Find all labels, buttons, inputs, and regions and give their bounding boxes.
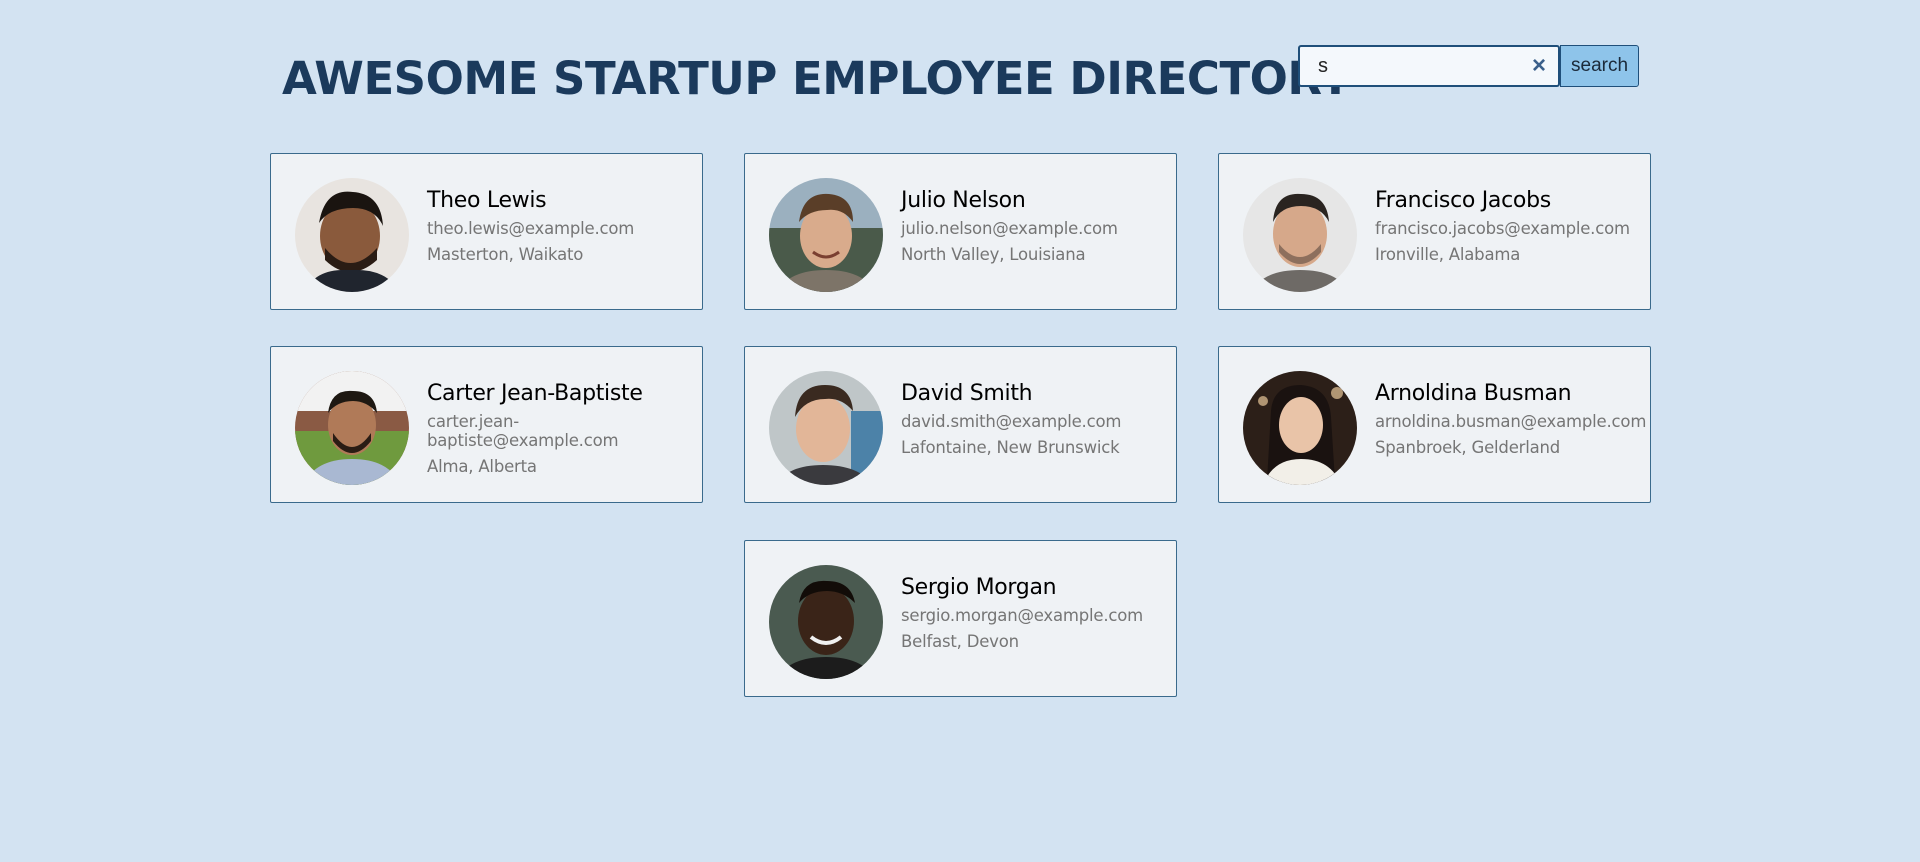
employee-email: david.smith@example.com	[901, 412, 1122, 431]
employee-location: Lafontaine, New Brunswick	[901, 438, 1120, 457]
employee-info: Sergio Morgan sergio.morgan@example.com …	[901, 575, 1170, 651]
employee-card[interactable]: Sergio Morgan sergio.morgan@example.com …	[744, 540, 1177, 697]
employee-info: Carter Jean-Baptiste carter.jean-baptist…	[427, 381, 696, 476]
employee-info: David Smith david.smith@example.com Lafo…	[901, 381, 1170, 457]
page-title: AWESOME STARTUP EMPLOYEE DIRECTORY	[282, 52, 1352, 105]
employee-card[interactable]: Julio Nelson julio.nelson@example.com No…	[744, 153, 1177, 310]
employee-email: theo.lewis@example.com	[427, 219, 635, 238]
employee-info: Francisco Jacobs francisco.jacobs@exampl…	[1375, 188, 1644, 264]
employee-info: Arnoldina Busman arnoldina.busman@exampl…	[1375, 381, 1647, 457]
employee-name: Sergio Morgan	[901, 575, 1057, 600]
employee-name: Theo Lewis	[427, 188, 547, 213]
employee-email: sergio.morgan@example.com	[901, 606, 1144, 625]
employee-card[interactable]: Francisco Jacobs francisco.jacobs@exampl…	[1218, 153, 1651, 310]
avatar	[769, 371, 883, 485]
employee-card[interactable]: Carter Jean-Baptiste carter.jean-baptist…	[270, 346, 703, 503]
employee-card[interactable]: David Smith david.smith@example.com Lafo…	[744, 346, 1177, 503]
avatar	[295, 178, 409, 292]
employee-location: Spanbroek, Gelderland	[1375, 438, 1561, 457]
avatar	[1243, 371, 1357, 485]
employee-info: Theo Lewis theo.lewis@example.com Master…	[427, 188, 696, 264]
employee-name: Carter Jean-Baptiste	[427, 381, 643, 406]
avatar	[295, 371, 409, 485]
employee-email: julio.nelson@example.com	[901, 219, 1118, 238]
employee-location: Ironville, Alabama	[1375, 245, 1521, 264]
employee-name: Arnoldina Busman	[1375, 381, 1572, 406]
employee-card[interactable]: Theo Lewis theo.lewis@example.com Master…	[270, 153, 703, 310]
search-input[interactable]	[1300, 47, 1518, 85]
employee-email: francisco.jacobs@example.com	[1375, 219, 1630, 238]
employee-location: Alma, Alberta	[427, 457, 537, 476]
employee-name: Julio Nelson	[901, 188, 1026, 213]
employee-name: David Smith	[901, 381, 1033, 406]
search-box: ×	[1298, 45, 1560, 87]
employee-email: arnoldina.busman@example.com	[1375, 412, 1647, 431]
employee-location: Belfast, Devon	[901, 632, 1019, 651]
employee-location: Masterton, Waikato	[427, 245, 584, 264]
clear-icon[interactable]: ×	[1532, 53, 1546, 79]
avatar	[1243, 178, 1357, 292]
employee-info: Julio Nelson julio.nelson@example.com No…	[901, 188, 1170, 264]
search-button[interactable]: search	[1560, 45, 1640, 87]
employee-name: Francisco Jacobs	[1375, 188, 1551, 213]
avatar	[769, 565, 883, 679]
employee-email: carter.jean-baptiste@example.com	[427, 412, 619, 450]
avatar	[769, 178, 883, 292]
employee-card[interactable]: Arnoldina Busman arnoldina.busman@exampl…	[1218, 346, 1651, 503]
search-form: × search	[1298, 45, 1640, 87]
header: AWESOME STARTUP EMPLOYEE DIRECTORY × sea…	[0, 0, 1920, 130]
employee-location: North Valley, Louisiana	[901, 245, 1086, 264]
